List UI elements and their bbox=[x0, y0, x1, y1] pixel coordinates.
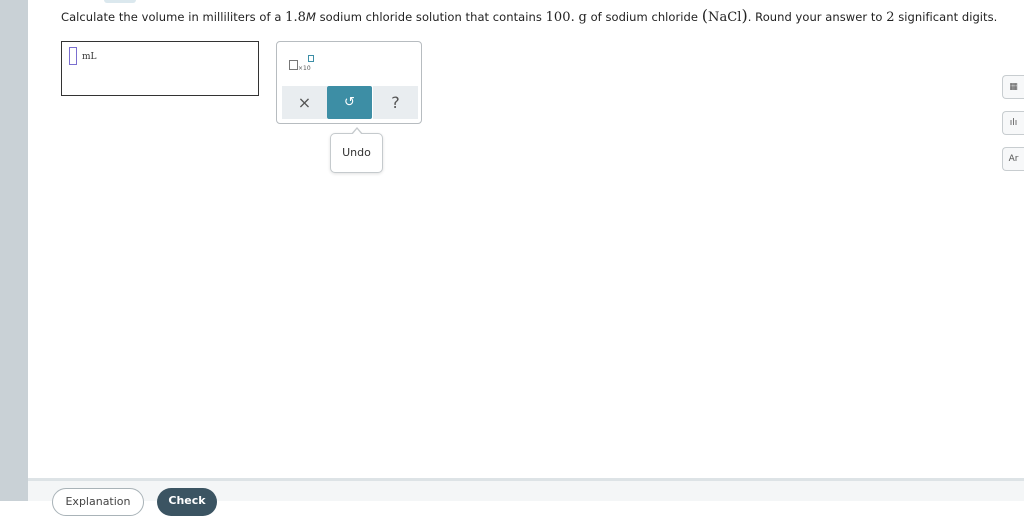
left-rail bbox=[0, 0, 28, 501]
explanation-button[interactable]: Explanation bbox=[52, 488, 144, 516]
periodic-table-icon: Ar bbox=[1008, 154, 1019, 164]
question-part: of sodium chloride bbox=[586, 10, 702, 24]
calculator-icon: ▦ bbox=[1009, 82, 1018, 92]
question-part: Calculate the volume in milliliters of a bbox=[61, 10, 286, 24]
help-icon: ? bbox=[391, 93, 400, 112]
periodic-table-button[interactable]: Ar bbox=[1002, 147, 1024, 171]
sci-base-box bbox=[289, 60, 298, 70]
sig-figs: 2 bbox=[886, 10, 895, 25]
top-tab-indicator bbox=[104, 0, 136, 3]
undo-icon: ↺ bbox=[344, 95, 355, 110]
question-part: significant digits. bbox=[894, 10, 998, 24]
answer-unit: mL bbox=[82, 52, 97, 62]
formula: NaCl bbox=[708, 10, 742, 25]
tooltip-text: Undo bbox=[342, 146, 371, 159]
concentration-unit: M bbox=[305, 10, 316, 24]
tool-button-row: × ↺ ? bbox=[282, 86, 418, 119]
calculator-button[interactable]: ▦ bbox=[1002, 75, 1024, 99]
answer-input-box[interactable]: mL bbox=[61, 41, 259, 96]
help-button[interactable]: ? bbox=[373, 86, 418, 119]
question-part: . Round your answer to bbox=[747, 10, 887, 24]
sci-x10-label: ×10 bbox=[298, 65, 311, 72]
question-part: sodium chloride solution that contains bbox=[315, 10, 546, 24]
sci-exponent-box bbox=[308, 55, 314, 62]
mass-unit: g bbox=[578, 10, 587, 25]
check-button[interactable]: Check bbox=[157, 488, 217, 516]
mass-value: 100. bbox=[545, 10, 575, 25]
answer-input-slot[interactable] bbox=[69, 47, 77, 65]
clear-button[interactable]: × bbox=[282, 86, 327, 119]
data-chart-button[interactable]: ılı bbox=[1002, 111, 1024, 135]
undo-tooltip: Undo bbox=[330, 127, 383, 173]
undo-button[interactable]: ↺ bbox=[327, 86, 372, 119]
question-text: Calculate the volume in milliliters of a… bbox=[61, 6, 997, 25]
chart-icon: ılı bbox=[1009, 118, 1018, 128]
close-icon: × bbox=[297, 93, 312, 112]
math-tool-panel: ×10 × ↺ ? bbox=[276, 41, 422, 124]
concentration-value: 1.8 bbox=[285, 10, 306, 25]
scientific-notation-button[interactable]: ×10 bbox=[288, 55, 318, 77]
